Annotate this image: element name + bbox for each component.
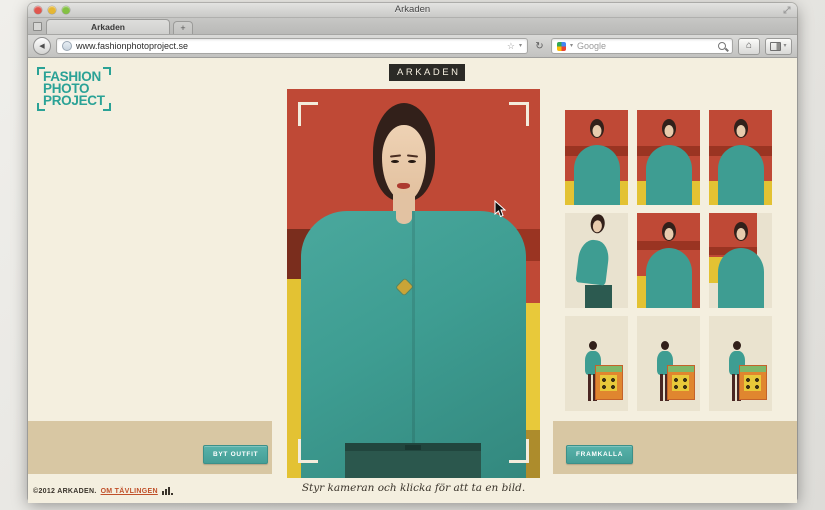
engine-dropdown-icon[interactable]: ▾ xyxy=(570,43,573,49)
thumbnail-model xyxy=(717,248,764,308)
search-icon[interactable] xyxy=(718,42,726,50)
resize-icon[interactable] xyxy=(783,6,791,14)
gallery-thumbnail[interactable] xyxy=(565,110,628,205)
model-belt-buckle xyxy=(405,445,421,450)
model-blouse xyxy=(301,211,526,478)
thumbnail-model xyxy=(645,248,692,308)
site-favicon xyxy=(62,41,72,51)
gallery-thumbnail[interactable] xyxy=(565,316,628,411)
prop-box xyxy=(596,366,622,399)
change-outfit-button[interactable]: BYT OUTFIT xyxy=(203,445,269,464)
page-title: ARKADEN xyxy=(389,64,466,81)
viewfinder-corner-icon xyxy=(509,439,529,463)
url-input[interactable] xyxy=(76,41,503,51)
home-button[interactable]: ⌂ xyxy=(738,37,760,55)
title-bar[interactable]: Arkaden xyxy=(28,3,797,18)
gallery-thumbnail[interactable] xyxy=(709,316,772,411)
search-bar[interactable]: ▾ xyxy=(551,38,733,54)
browser-window: Arkaden Arkaden + ◀ ☆ ▾ ↻ xyxy=(28,3,797,503)
model-eye xyxy=(408,160,416,163)
back-arrow-icon: ◀ xyxy=(39,43,45,50)
thumbnail-model xyxy=(575,238,611,286)
url-dropdown-icon[interactable]: ▾ xyxy=(519,43,522,49)
mouse-cursor xyxy=(494,200,506,218)
logo-corner-icon xyxy=(102,67,111,75)
camera-viewport[interactable] xyxy=(287,89,540,478)
search-input[interactable] xyxy=(577,41,714,51)
thumbnail-model xyxy=(573,145,620,205)
viewfinder-corner-icon xyxy=(509,102,529,126)
develop-button[interactable]: FRAMKALLA xyxy=(566,445,634,464)
thumbnail-model xyxy=(717,145,764,205)
copyright-text: ©2012 ARKADEN. xyxy=(33,487,97,495)
back-button[interactable]: ◀ xyxy=(33,37,51,55)
bookmark-star-icon[interactable]: ☆ xyxy=(507,41,515,51)
logo-corner-icon xyxy=(37,67,45,75)
about-contest-link[interactable]: OM TÄVLINGEN xyxy=(101,488,158,495)
tab-list-icon[interactable] xyxy=(33,22,42,31)
model-neckline xyxy=(396,211,412,224)
model-lips xyxy=(397,183,410,189)
window-title: Arkaden xyxy=(394,4,431,15)
page-content: FASHION PHOTO PROJECT ARKADEN BYT OUTFIT… xyxy=(28,58,797,503)
tab-arkaden[interactable]: Arkaden xyxy=(46,19,170,34)
prop-box xyxy=(668,366,694,399)
reload-icon[interactable]: ↻ xyxy=(533,41,546,52)
model-face xyxy=(382,125,426,201)
screen: Arkaden Arkaden + ◀ ☆ ▾ ↻ xyxy=(0,0,825,510)
new-tab-button[interactable]: + xyxy=(173,21,193,34)
gallery-thumbnail[interactable] xyxy=(709,213,772,308)
tab-bar: Arkaden + xyxy=(28,18,797,35)
logo-corner-icon xyxy=(37,103,45,111)
google-engine-icon[interactable] xyxy=(557,41,566,51)
instruction-caption: Styr kameran och klicka för att ta en bi… xyxy=(301,482,526,494)
gallery-thumbnail[interactable] xyxy=(637,213,700,308)
logo-corner-icon xyxy=(102,103,111,111)
stats-icon[interactable] xyxy=(161,487,173,495)
model-eye xyxy=(391,160,399,163)
gallery-thumbnail[interactable] xyxy=(637,316,700,411)
home-icon: ⌂ xyxy=(745,40,753,51)
address-bar[interactable]: ☆ ▾ xyxy=(56,38,528,54)
gallery-thumbnail[interactable] xyxy=(637,110,700,205)
footer: ©2012 ARKADEN. OM TÄVLINGEN xyxy=(33,487,173,495)
logo-line: PROJECT xyxy=(43,93,105,108)
thumbnail-model xyxy=(645,145,692,205)
panel-dropdown-icon: ▾ xyxy=(783,43,787,49)
viewfinder-corner-icon xyxy=(298,102,318,126)
viewfinder-corner-icon xyxy=(298,439,318,463)
navigation-bar: ◀ ☆ ▾ ↻ ▾ ⌂ ▾ xyxy=(28,35,797,58)
thumbnail-grid xyxy=(565,110,772,411)
site-logo[interactable]: FASHION PHOTO PROJECT xyxy=(37,67,111,111)
panel-icon xyxy=(770,41,782,51)
tab-label: Arkaden xyxy=(90,22,125,32)
gallery-thumbnail[interactable] xyxy=(709,110,772,205)
gallery-thumbnail[interactable] xyxy=(565,213,628,308)
panel-button[interactable]: ▾ xyxy=(765,37,792,55)
prop-box xyxy=(740,366,766,399)
